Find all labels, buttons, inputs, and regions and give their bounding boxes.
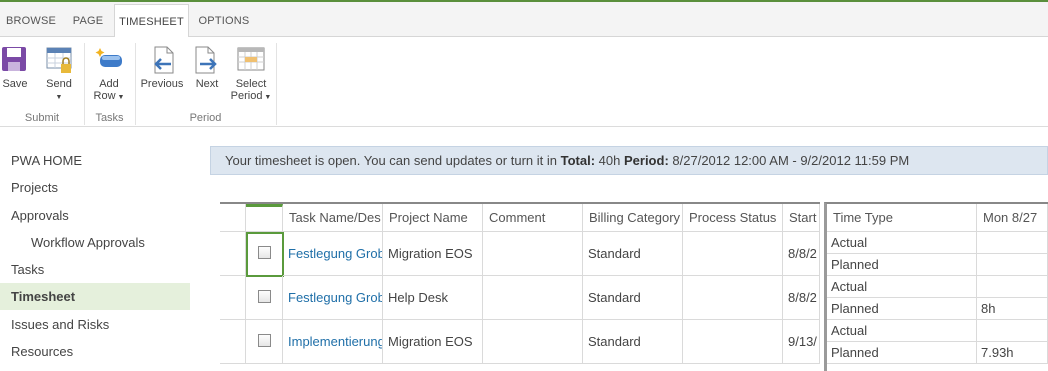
period-value: 8/27/2012 12:00 AM - 9/2/2012 11:59 PM [672,153,910,168]
nav-projects[interactable]: Projects [0,174,190,201]
tab-timesheet[interactable]: TIMESHEET [114,4,189,40]
process-status-cell[interactable] [683,320,783,364]
save-button[interactable]: Save [0,45,30,90]
comment-cell[interactable] [483,232,583,276]
project-name-cell[interactable]: Help Desk [383,276,483,320]
select-period-dropdown-icon: ▼ [262,94,272,101]
previous-label: Previous [140,78,184,90]
add-row-icon [95,48,122,67]
row-checkbox[interactable] [258,290,271,303]
nav-approvals[interactable]: Approvals [0,202,190,229]
hours-cell[interactable]: 8h [977,298,1048,320]
tab-options[interactable]: OPTIONS [189,4,259,38]
row-checkbox[interactable] [258,334,271,347]
hours-cell[interactable] [977,232,1048,254]
add-row-label-2: Row [93,90,116,102]
billing-category-cell[interactable]: Standard [583,276,683,320]
column-header-comment[interactable]: Comment [483,204,583,232]
billing-category-cell[interactable]: Standard [583,232,683,276]
add-row-label-1: Add [99,78,119,90]
column-header-task-name[interactable]: Task Name/Des [283,204,383,232]
ribbon: Save Send ▼ Add Row ▼ Previous Next Sele… [0,37,1048,127]
hours-cell[interactable] [977,320,1048,342]
task-name-link[interactable]: Implementierung [283,320,383,364]
nav-tasks[interactable]: Tasks [0,256,190,283]
timesheet-time-grid: Time Type Mon 8/27 Actual Planned Actual… [824,202,1048,371]
column-header-time-type[interactable]: Time Type [827,204,977,232]
column-header-start[interactable]: Start [783,204,820,232]
group-label-period: Period [189,112,222,124]
row-header [220,320,246,364]
column-header-process-status[interactable]: Process Status [683,204,783,232]
group-label-submit: Submit [24,112,60,124]
nav-timesheet[interactable]: Timesheet [0,283,190,310]
billing-category-cell[interactable]: Standard [583,320,683,364]
previous-arrow-icon [154,46,174,74]
column-header-mon-8-27[interactable]: Mon 8/27 [977,204,1048,232]
select-period-label-2: Period [230,90,263,102]
start-cell[interactable]: 8/8/2 [783,232,820,276]
ribbon-tab-bar: BROWSE PAGE TIMESHEET OPTIONS [0,0,1048,40]
nav-issues-and-risks[interactable]: Issues and Risks [0,311,190,338]
process-status-cell[interactable] [683,276,783,320]
nav-pwa-home[interactable]: PWA HOME [0,147,190,174]
time-type-cell: Actual [827,232,977,254]
group-separator [276,43,277,125]
timesheet-status-bar: Your timesheet is open. You can send upd… [210,146,1048,175]
row-header [220,276,246,320]
row-header-column [220,204,246,232]
row-select-cell[interactable] [246,320,283,364]
select-column-header[interactable] [246,204,283,232]
active-cell-highlight [246,232,284,277]
hours-cell[interactable] [977,254,1048,276]
total-value: 40h [598,153,621,168]
hours-cell[interactable] [977,276,1048,298]
send-dropdown-icon: ▼ [55,94,63,101]
select-period-label-1: Select [235,78,267,90]
send-timesheet-icon [46,47,72,73]
nav-workflow-approvals[interactable]: Workflow Approvals [0,229,190,256]
calendar-icon [237,47,265,71]
next-arrow-icon [195,46,217,74]
status-text: Your timesheet is open. You can send upd… [225,153,557,168]
add-row-button[interactable]: Add Row ▼ [92,45,126,104]
comment-cell[interactable] [483,320,583,364]
nav-resources[interactable]: Resources [0,338,190,365]
total-label: Total: [560,153,596,168]
time-type-cell: Actual [827,320,977,342]
start-cell[interactable]: 9/13/ [783,320,820,364]
tab-browse[interactable]: BROWSE [0,4,62,38]
process-status-cell[interactable] [683,232,783,276]
send-label: Send [46,78,72,90]
time-type-cell: Planned [827,254,977,276]
row-select-cell[interactable] [246,276,283,320]
column-header-billing-category[interactable]: Billing Category [583,204,683,232]
next-label: Next [195,78,219,90]
previous-period-button[interactable]: Previous [140,45,184,90]
save-icon [2,47,26,71]
timesheet-task-grid: Task Name/Des Project Name Comment Billi… [220,202,820,371]
next-period-button[interactable]: Next [192,45,222,90]
start-cell[interactable]: 8/8/2 [783,276,820,320]
select-period-button[interactable]: Select Period ▼ [230,45,272,104]
tab-page[interactable]: PAGE [62,4,114,38]
task-name-link[interactable]: Festlegung Grob [283,276,383,320]
task-name-link[interactable]: Festlegung Grob [283,232,383,276]
project-name-cell[interactable]: Migration EOS [383,232,483,276]
time-type-cell: Actual [827,276,977,298]
send-button[interactable]: Send ▼ [42,45,76,104]
save-label: Save [2,78,28,90]
row-header [220,232,246,276]
time-type-cell: Planned [827,342,977,364]
project-name-cell[interactable]: Migration EOS [383,320,483,364]
column-header-project-name[interactable]: Project Name [383,204,483,232]
time-type-cell: Planned [827,298,977,320]
comment-cell[interactable] [483,276,583,320]
hours-cell[interactable]: 7.93h [977,342,1048,364]
group-label-tasks: Tasks [95,112,124,124]
period-label: Period: [623,153,669,168]
add-row-dropdown-icon: ▼ [115,94,125,101]
